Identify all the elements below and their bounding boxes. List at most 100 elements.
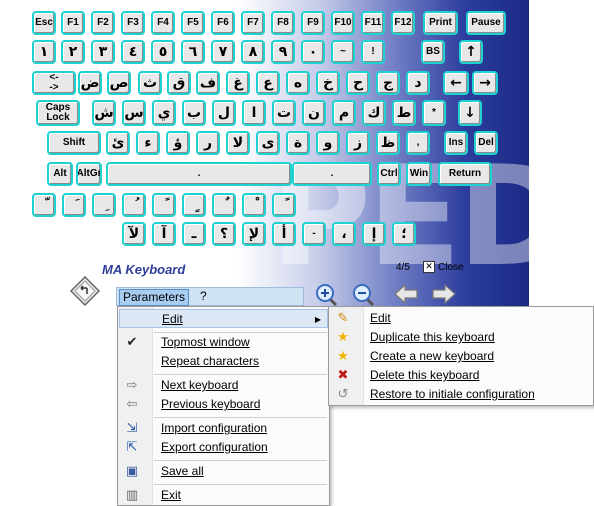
key-r2-12[interactable]: ! [361, 40, 385, 64]
key-r4-1[interactable]: Caps Lock [36, 100, 80, 126]
key-r8-3[interactable]: ـ [182, 222, 206, 246]
key-r1-5[interactable]: F4 [151, 11, 175, 35]
key-r5-10[interactable]: ز [346, 131, 370, 155]
key-r4-3[interactable]: س [122, 100, 146, 126]
key-r2-10[interactable]: ٠ [301, 40, 325, 64]
key-r1-1[interactable]: Esc [32, 11, 56, 35]
key-r3-1[interactable]: <- -> [32, 71, 76, 95]
key-r7-2[interactable]: َ [62, 193, 86, 217]
key-r8-4[interactable]: ؟ [212, 222, 236, 246]
submenu-item-restore-configuration[interactable]: ↺ Restore to initiale configuration [330, 385, 592, 404]
app-logo-icon[interactable] [70, 276, 100, 306]
key-r3-14[interactable]: ← [443, 71, 469, 95]
key-r3-4[interactable]: ث [138, 71, 162, 95]
key-r4-8[interactable]: ت [272, 100, 296, 126]
menu-item-previous-keyboard[interactable]: ⇦ Previous keyboard [119, 395, 328, 414]
key-r4-5[interactable]: ب [182, 100, 206, 126]
key-r3-9[interactable]: ه [286, 71, 310, 95]
key-r1-7[interactable]: F6 [211, 11, 235, 35]
zoom-out-icon[interactable] [351, 283, 377, 307]
key-r3-2[interactable]: ض [78, 71, 102, 95]
next-keyboard-arrow-icon[interactable] [431, 282, 457, 306]
submenu-item-duplicate-keyboard[interactable]: ★ Duplicate this keyboard [330, 328, 592, 347]
key-r1-8[interactable]: F7 [241, 11, 265, 35]
key-r7-9[interactable]: ً [272, 193, 296, 217]
key-r3-13[interactable]: د [406, 71, 430, 95]
submenu-item-edit[interactable]: ✎ Edit [330, 309, 592, 328]
key-r1-12[interactable]: F11 [361, 11, 385, 35]
key-r5-5[interactable]: ر [196, 131, 220, 155]
menu-item-edit[interactable]: Edit ▶ [119, 309, 328, 328]
key-r5-12[interactable]: , [406, 131, 430, 155]
key-r6-1[interactable]: Alt [47, 162, 73, 186]
menu-item-next-keyboard[interactable]: ⇨ Next keyboard [119, 376, 328, 395]
key-r5-2[interactable]: ئ [106, 131, 130, 155]
menu-item-repeat-characters[interactable]: Repeat characters [119, 352, 328, 371]
key-r2-3[interactable]: ٣ [91, 40, 115, 64]
key-r8-8[interactable]: ، [332, 222, 356, 246]
key-r7-6[interactable]: ٍ [182, 193, 206, 217]
menu-item-import-configuration[interactable]: ⇲ Import configuration [119, 419, 328, 438]
key-r8-6[interactable]: أ [272, 222, 296, 246]
key-r2-1[interactable]: ١ [32, 40, 56, 64]
key-r5-11[interactable]: ظ [376, 131, 400, 155]
key-r2-6[interactable]: ٦ [181, 40, 205, 64]
menu-item-exit[interactable]: ▥ Exit [119, 486, 328, 505]
previous-keyboard-arrow-icon[interactable] [393, 282, 419, 306]
key-r8-5[interactable]: لإ [242, 222, 266, 246]
key-r8-7[interactable]: - [302, 222, 326, 246]
key-r1-14[interactable]: Print [423, 11, 458, 35]
key-r6-3[interactable]: . [106, 162, 292, 186]
key-r3-11[interactable]: ح [346, 71, 370, 95]
key-r7-4[interactable]: ُ [122, 193, 146, 217]
key-r4-2[interactable]: ش [92, 100, 116, 126]
key-r6-5[interactable]: Ctrl [377, 162, 401, 186]
key-r1-3[interactable]: F2 [91, 11, 115, 35]
key-r4-6[interactable]: ل [212, 100, 236, 126]
key-r6-7[interactable]: Return [438, 162, 492, 186]
key-r4-11[interactable]: ك [362, 100, 386, 126]
key-r1-11[interactable]: F10 [331, 11, 355, 35]
key-r2-2[interactable]: ٢ [61, 40, 85, 64]
key-r5-9[interactable]: و [316, 131, 340, 155]
key-r1-4[interactable]: F3 [121, 11, 145, 35]
key-r5-8[interactable]: ة [286, 131, 310, 155]
key-r2-7[interactable]: ٧ [211, 40, 235, 64]
key-r3-15[interactable]: → [472, 71, 498, 95]
key-r6-6[interactable]: Win [406, 162, 432, 186]
menu-item-topmost-window[interactable]: ✔ Topmost window [119, 333, 328, 352]
key-r2-8[interactable]: ٨ [241, 40, 265, 64]
key-r8-1[interactable]: لآ [122, 222, 146, 246]
key-r1-15[interactable]: Pause [466, 11, 506, 35]
menu-item-save-all[interactable]: ▣ Save all [119, 462, 328, 481]
key-r4-14[interactable]: ↓ [458, 100, 482, 126]
key-r5-4[interactable]: ؤ [166, 131, 190, 155]
key-r3-10[interactable]: خ [316, 71, 340, 95]
key-r4-7[interactable]: ا [242, 100, 266, 126]
key-r7-7[interactable]: ٌ [212, 193, 236, 217]
submenu-item-create-keyboard[interactable]: ★ Create a new keyboard [330, 347, 592, 366]
menu-parameters[interactable]: Parameters [119, 289, 190, 306]
key-r2-13[interactable]: BS [421, 40, 445, 64]
key-r7-1[interactable]: ّ [32, 193, 56, 217]
key-r1-13[interactable]: F12 [391, 11, 415, 35]
zoom-in-icon[interactable] [314, 283, 340, 307]
menu-help[interactable]: ? [197, 289, 210, 304]
submenu-item-delete-keyboard[interactable]: ✖ Delete this keyboard [330, 366, 592, 385]
key-r1-9[interactable]: F8 [271, 11, 295, 35]
key-r1-2[interactable]: F1 [61, 11, 85, 35]
key-r5-6[interactable]: لا [226, 131, 250, 155]
key-r3-3[interactable]: ص [107, 71, 131, 95]
key-r6-4[interactable]: . [292, 162, 372, 186]
key-r3-8[interactable]: ع [256, 71, 280, 95]
key-r3-5[interactable]: ق [167, 71, 191, 95]
key-r8-10[interactable]: ؛ [392, 222, 416, 246]
key-r6-2[interactable]: AltGr [76, 162, 102, 186]
checkbox-box[interactable]: ✕ [423, 261, 435, 273]
key-r2-9[interactable]: ٩ [271, 40, 295, 64]
key-r5-13[interactable]: Ins [444, 131, 468, 155]
key-r3-6[interactable]: ف [196, 71, 220, 95]
key-r5-7[interactable]: ى [256, 131, 280, 155]
key-r5-14[interactable]: Del [474, 131, 498, 155]
key-r4-4[interactable]: ي [152, 100, 176, 126]
